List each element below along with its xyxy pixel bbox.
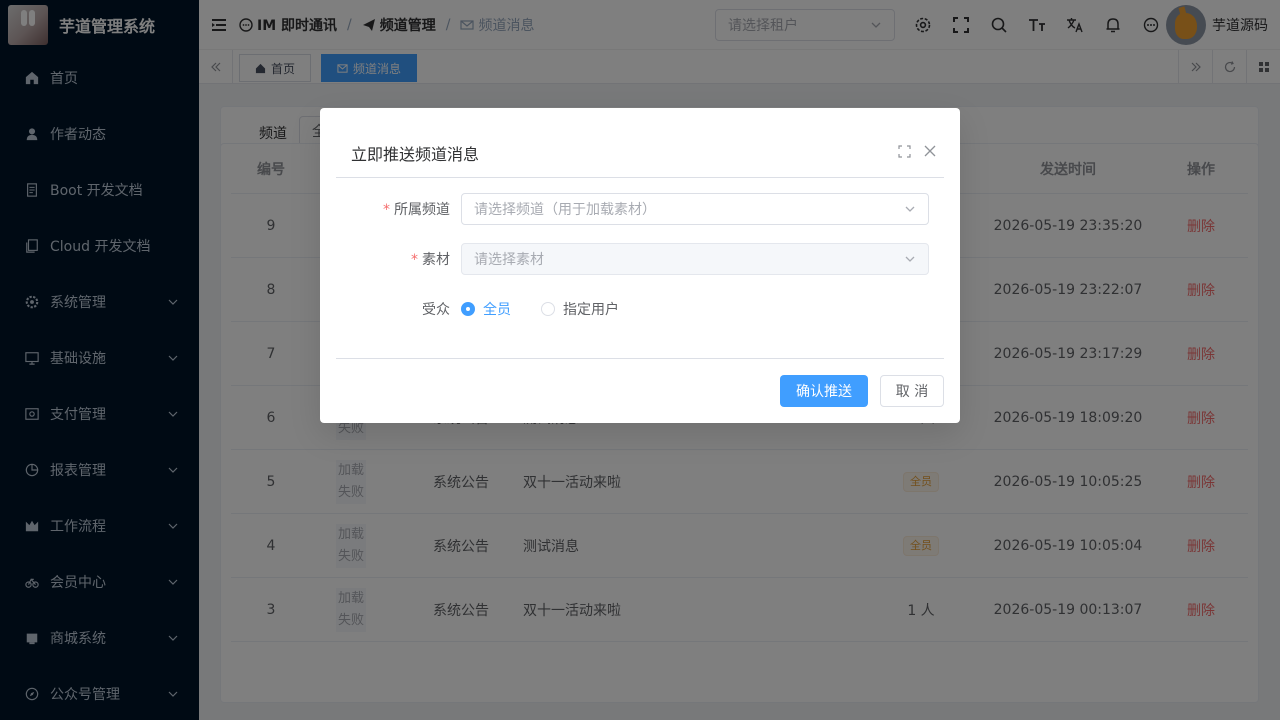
chevron-down-icon — [905, 206, 915, 212]
form-row-audience: 受众 全员 指定用户 — [320, 293, 960, 325]
cancel-button[interactable]: 取 消 — [880, 375, 944, 407]
confirm-push-button[interactable]: 确认推送 — [780, 375, 868, 407]
audience-option-all[interactable]: 全员 — [461, 299, 511, 319]
channel-select-placeholder: 请选择频道（用于加载素材） — [474, 202, 656, 218]
form-row-channel: * 所属频道 请选择频道（用于加载素材） — [320, 193, 960, 225]
dialog-close-button[interactable] — [920, 141, 940, 161]
fullscreen-icon — [897, 144, 911, 158]
form-row-material: * 素材 请选择素材 — [320, 243, 960, 275]
audience-label: 受众 — [422, 302, 450, 318]
close-icon — [924, 145, 936, 157]
audience-option-specific[interactable]: 指定用户 — [541, 299, 619, 319]
push-dialog: 立即推送频道消息 * 所属频道 请选择频道（用于加载素材） * 素材 请选择素材 受… — [320, 108, 960, 423]
material-label: * 素材 — [411, 252, 450, 268]
dialog-title: 立即推送频道消息 — [351, 145, 480, 164]
radio-unchecked-icon — [541, 302, 555, 316]
channel-select[interactable]: 请选择频道（用于加载素材） — [461, 193, 929, 225]
audience-radio-group: 全员 指定用户 — [461, 299, 619, 319]
material-select-placeholder: 请选择素材 — [474, 252, 544, 268]
dialog-footer: 确认推送 取 消 — [336, 358, 944, 423]
channel-label: * 所属频道 — [383, 202, 450, 218]
radio-checked-icon — [461, 302, 475, 316]
material-select[interactable]: 请选择素材 — [461, 243, 929, 275]
chevron-down-icon — [905, 256, 915, 262]
dialog-header: 立即推送频道消息 — [336, 108, 944, 178]
dialog-maximize-button[interactable] — [894, 141, 914, 161]
